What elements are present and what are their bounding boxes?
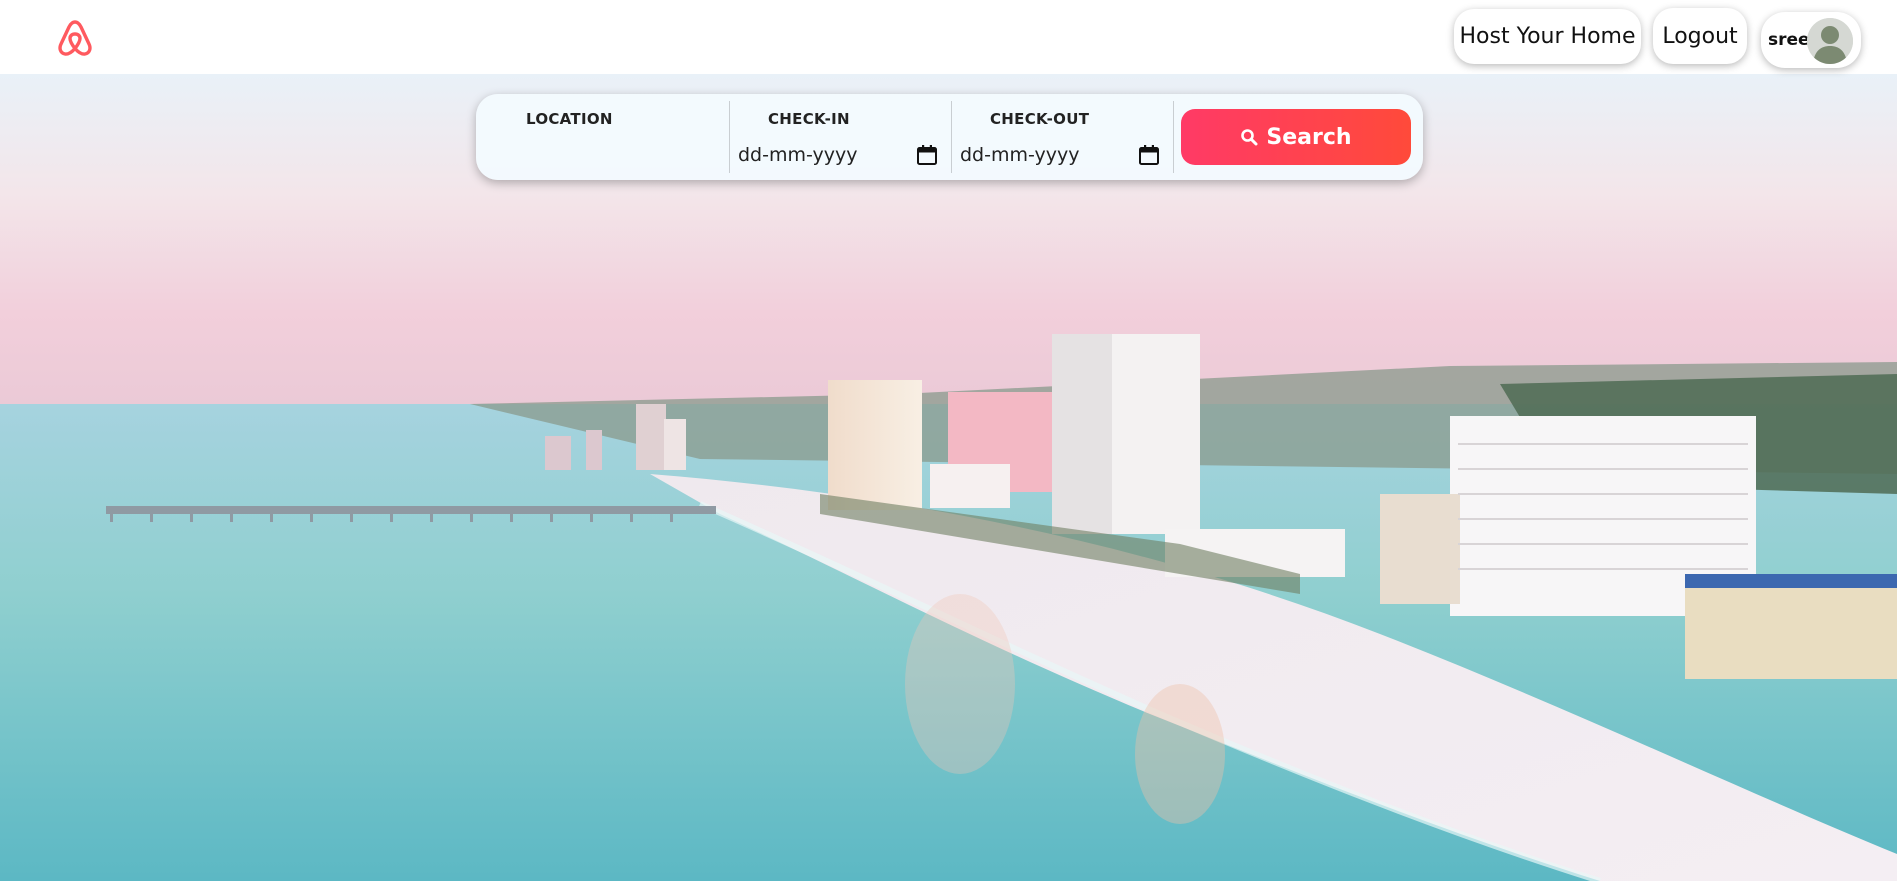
user-avatar-icon: [1807, 18, 1853, 64]
checkin-field[interactable]: CHECK-IN dd-mm-yyyy: [729, 94, 951, 180]
user-menu-button[interactable]: sree: [1761, 12, 1861, 68]
magnifier-icon: [1241, 129, 1258, 146]
search-bar: LOCATION CHECK-IN dd-mm-yyyy CHECK-OUT d…: [476, 94, 1423, 180]
search-button-label: Search: [1266, 124, 1352, 150]
host-your-home-label: Host Your Home: [1459, 24, 1636, 49]
logout-button[interactable]: Logout: [1653, 8, 1747, 64]
user-name: sree: [1768, 30, 1810, 50]
host-your-home-button[interactable]: Host Your Home: [1454, 9, 1641, 64]
checkout-label: CHECK-OUT: [990, 110, 1090, 128]
hero-background-image: [0, 74, 1897, 881]
airbnb-logo-icon[interactable]: [56, 18, 94, 58]
location-label: LOCATION: [526, 110, 613, 128]
search-button[interactable]: Search: [1181, 109, 1411, 165]
checkin-input[interactable]: dd-mm-yyyy: [738, 144, 858, 166]
location-field[interactable]: LOCATION: [476, 94, 729, 180]
checkin-label: CHECK-IN: [768, 110, 850, 128]
top-navbar: Host Your Home Logout sree: [0, 0, 1897, 74]
field-divider: [1173, 101, 1174, 173]
checkout-input[interactable]: dd-mm-yyyy: [960, 144, 1080, 166]
logout-label: Logout: [1662, 23, 1738, 49]
calendar-icon[interactable]: [916, 144, 938, 166]
calendar-icon[interactable]: [1138, 144, 1160, 166]
checkout-field[interactable]: CHECK-OUT dd-mm-yyyy: [951, 94, 1173, 180]
